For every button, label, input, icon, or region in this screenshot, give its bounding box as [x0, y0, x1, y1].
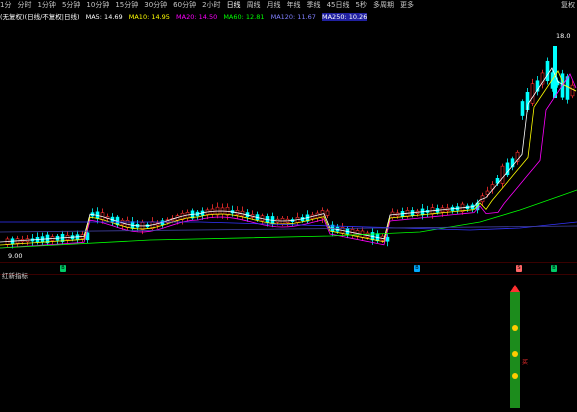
- signal-badge[interactable]: S: [516, 265, 522, 272]
- candle-body: [500, 165, 505, 184]
- signal-badge[interactable]: B: [551, 265, 557, 272]
- indicator-mark: [512, 373, 518, 379]
- signal-badge[interactable]: B: [414, 265, 420, 272]
- candle-body: [325, 210, 330, 216]
- candle-body: [570, 84, 575, 97]
- moving-average-lines: [0, 67, 577, 249]
- chart-canvas[interactable]: 18.0 9.00 买: [0, 0, 577, 412]
- indicator-mark: [512, 325, 518, 331]
- signal-badge[interactable]: B: [60, 265, 66, 272]
- candle-body: [545, 60, 550, 82]
- indicator-bar: 买: [510, 285, 528, 408]
- candle-body: [385, 236, 390, 242]
- high-price-label: 18.0: [556, 32, 570, 40]
- candle-body: [530, 83, 535, 104]
- candlestick-series: [5, 46, 575, 249]
- indicator-mark: [512, 351, 518, 357]
- indicator-tag: 买: [522, 358, 528, 366]
- ma5-line: [0, 67, 577, 243]
- candle-body: [520, 101, 525, 116]
- low-price-label: 9.00: [8, 252, 22, 260]
